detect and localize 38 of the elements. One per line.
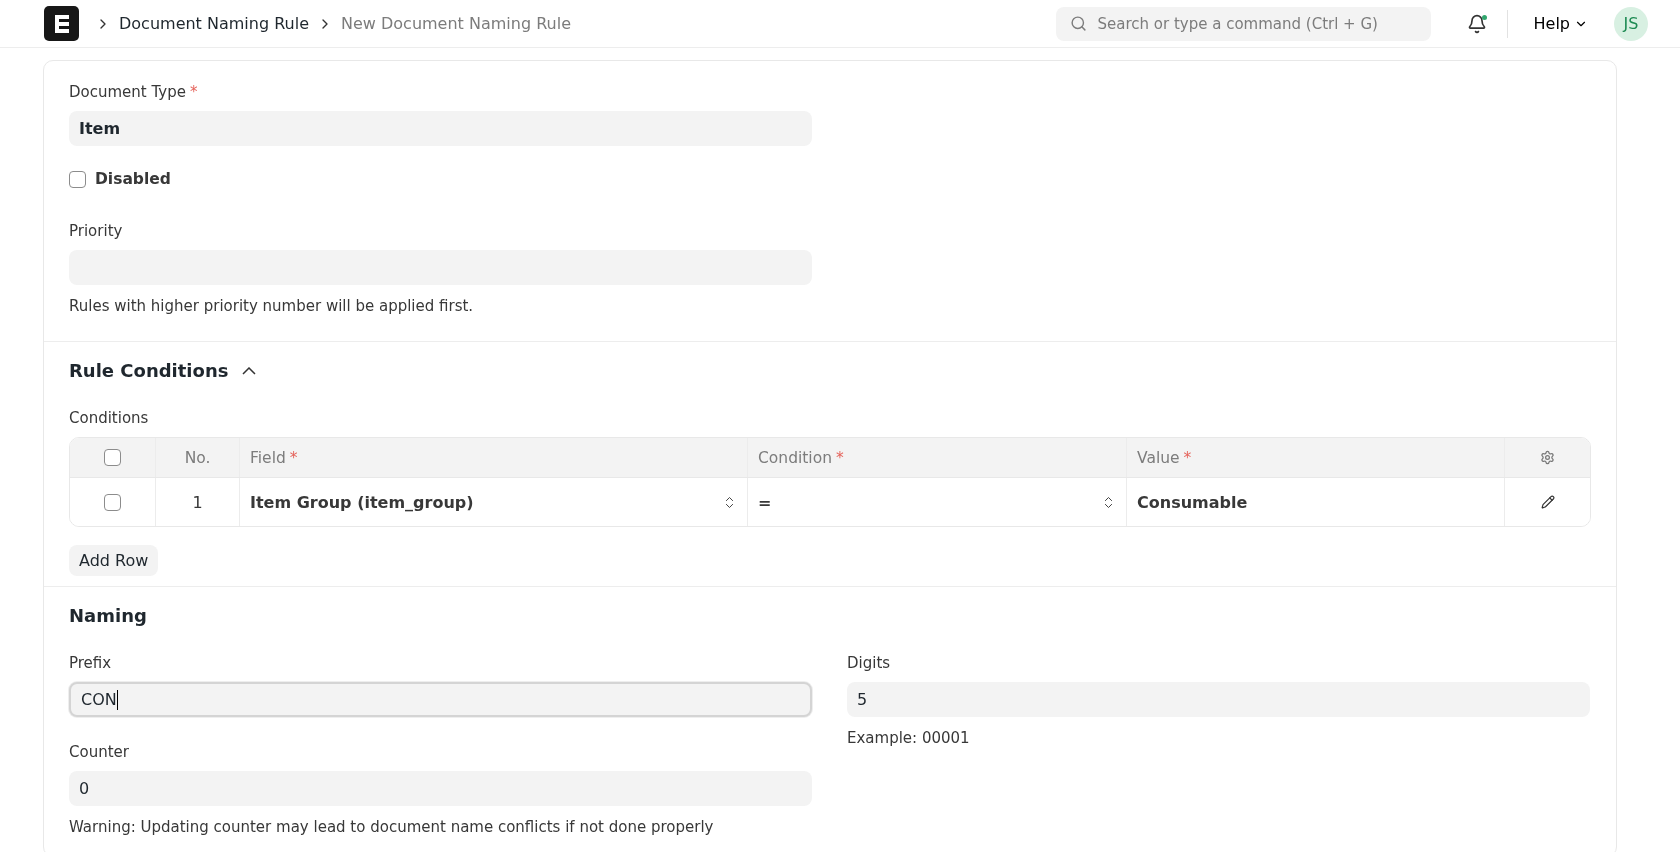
column-header: Value * (1137, 448, 1192, 467)
row-number: 1 (192, 492, 203, 512)
field-label: Counter (69, 743, 130, 761)
table-label: Conditions (69, 409, 150, 427)
help-dropdown[interactable]: Help (1527, 13, 1594, 34)
add-row-button[interactable]: Add Row (69, 545, 159, 576)
column-header: No. (184, 448, 211, 467)
digits-field[interactable]: 5 (847, 682, 1590, 717)
checkbox-label: Disabled (95, 170, 171, 188)
column-header: Condition * (758, 448, 844, 467)
section-toggle[interactable]: Rule Conditions (69, 360, 257, 381)
notification-bell-icon[interactable] (1466, 13, 1487, 34)
field-label: Prefix (69, 654, 113, 672)
field-description: Rules with higher priority number will be applied first. (69, 297, 475, 315)
user-avatar[interactable]: JS (1614, 6, 1648, 41)
prefix-field[interactable]: CON (69, 682, 812, 717)
breadcrumb-link[interactable]: Document Naming Rule (119, 14, 309, 33)
app-logo[interactable] (44, 6, 79, 41)
chevron-up-icon (242, 366, 257, 375)
field-label: Digits (847, 654, 892, 672)
condition-select[interactable]: = (748, 478, 1127, 526)
field-description: Warning: Updating counter may lead to document name conflicts if not done properly (69, 818, 715, 836)
field-label: Document Type * (69, 83, 199, 101)
settings-icon[interactable] (1540, 450, 1555, 465)
select-all-checkbox[interactable] (104, 449, 121, 466)
breadcrumb-link[interactable]: New Document Naming Rule (341, 14, 571, 33)
search-field[interactable]: Search or type a command (Ctrl + G) (1055, 6, 1431, 41)
counter-field[interactable]: 0 (69, 771, 812, 806)
edit-icon[interactable] (1540, 495, 1555, 509)
field-select[interactable]: Item Group (item_group) (240, 478, 748, 526)
column-header: Field * (250, 448, 298, 467)
field-description: Example: 00001 (847, 729, 971, 747)
document-type-field[interactable]: Item (69, 111, 812, 146)
section-title: Naming (69, 605, 148, 626)
field-label: Priority (69, 222, 124, 240)
row-checkbox[interactable] (104, 493, 121, 511)
search-icon (1069, 14, 1087, 32)
table-cell: Consumable (1137, 492, 1248, 512)
